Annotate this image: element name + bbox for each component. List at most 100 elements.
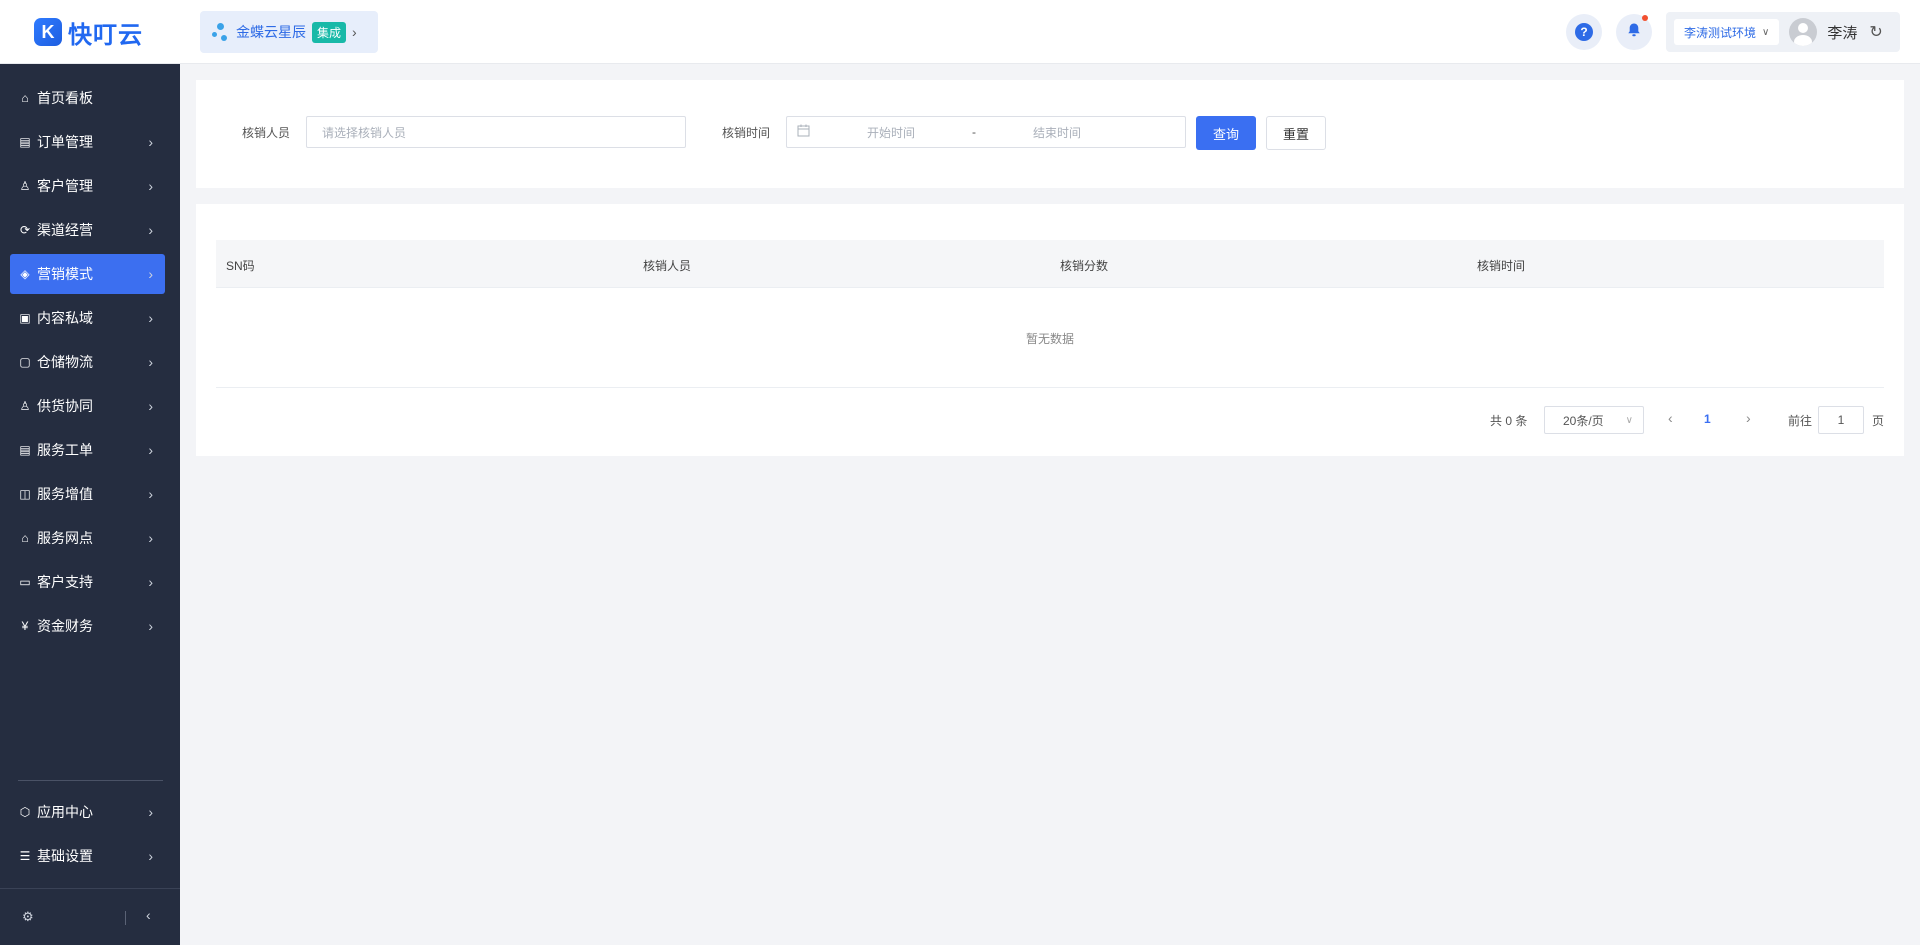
tag-icon: ◈ — [20, 267, 30, 281]
table-panel: SN码 核销人员 核销分数 核销时间 暂无数据 共 0 条 20条/页 ∨ ‹ … — [196, 204, 1904, 456]
sidebar-item-settings[interactable]: ☰ 基础设置 › — [10, 836, 165, 876]
top-header: K 快叮云 金蝶云星辰 集成 › ? 李涛测试环境 ∨ 李涛 ↻ — [0, 0, 1920, 64]
sidebar-item-label: 基础设置 — [37, 848, 93, 864]
goto-page-input[interactable]: 1 — [1818, 406, 1864, 434]
logo-mark-icon: K — [34, 18, 62, 46]
page-number-current[interactable]: 1 — [1704, 412, 1711, 426]
ticket-icon: ▤ — [19, 443, 31, 457]
chevron-right-icon: › — [148, 134, 153, 150]
sidebar-item-label: 客户管理 — [37, 178, 93, 194]
reset-button[interactable]: 重置 — [1266, 116, 1326, 150]
chevron-down-icon: ∨ — [1762, 26, 1770, 38]
sidebar-item-order[interactable]: ▤ 订单管理 › — [10, 122, 165, 162]
column-header-operator: 核销人员 — [643, 259, 692, 273]
sidebar-item-support[interactable]: ▭ 客户支持 › — [10, 562, 165, 602]
operator-select[interactable]: 请选择核销人员 — [306, 116, 686, 148]
sidebar-item-bag[interactable]: ◫ 服务增值 › — [10, 474, 165, 514]
channel-icon: ⟳ — [19, 223, 31, 237]
yuan-icon: ¥ — [21, 619, 29, 633]
supply-icon: ♙ — [19, 399, 31, 413]
sidebar-item-label: 服务增值 — [37, 486, 93, 502]
bag-icon: ◫ — [19, 487, 31, 501]
sidebar-item-label: 首页看板 — [37, 90, 93, 106]
sidebar-item-label: 客户支持 — [37, 574, 93, 590]
sidebar-item-label: 资金财务 — [37, 618, 93, 634]
store-icon: ⌂ — [21, 531, 29, 545]
start-time-input[interactable]: 开始时间 — [867, 124, 915, 141]
app-logo[interactable]: K 快叮云 — [34, 16, 143, 49]
help-button[interactable]: ? — [1566, 14, 1602, 50]
notifications-button[interactable] — [1616, 14, 1652, 50]
sidebar-footer-divider — [0, 888, 180, 889]
username[interactable]: 李涛 — [1827, 22, 1857, 43]
avatar[interactable] — [1789, 18, 1818, 46]
column-header-score: 核销分数 — [1060, 259, 1109, 273]
order-icon: ▤ — [19, 135, 31, 149]
chevron-right-icon: › — [148, 354, 153, 370]
box-icon: ▢ — [19, 355, 31, 369]
end-time-input[interactable]: 结束时间 — [1033, 124, 1081, 141]
sidebar-item-label: 订单管理 — [37, 134, 93, 150]
chevron-down-icon: ∨ — [1625, 414, 1633, 426]
integration-dots-icon — [212, 22, 230, 42]
home-icon: ⌂ — [21, 91, 29, 105]
table-header: SN码 核销人员 核销分数 核销时间 — [216, 240, 1884, 288]
page-size-value: 20条/页 — [1563, 413, 1604, 428]
time-label: 核销时间 — [722, 126, 771, 140]
sidebar-item-label: 营销模式 — [37, 266, 93, 282]
sidebar-item-store[interactable]: ⌂ 服务网点 › — [10, 518, 165, 558]
environment-select[interactable]: 李涛测试环境 ∨ — [1674, 19, 1780, 45]
sidebar-item-channel[interactable]: ⟳ 渠道经营 › — [10, 210, 165, 250]
help-icon: ? — [1575, 23, 1593, 41]
sidebar-item-box[interactable]: ▢ 仓储物流 › — [10, 342, 165, 382]
chevron-right-icon: › — [148, 442, 153, 458]
empty-state: 暂无数据 — [216, 288, 1884, 388]
query-button[interactable]: 查询 — [1196, 116, 1256, 150]
integration-tag: 集成 — [312, 21, 347, 43]
chevron-right-icon: › — [148, 486, 153, 502]
chevron-right-icon: › — [148, 266, 153, 282]
chevron-right-icon: › — [148, 804, 153, 820]
sidebar-item-home[interactable]: ⌂ 首页看板 — [10, 78, 165, 118]
sidebar-item-user[interactable]: ♙ 客户管理 › — [10, 166, 165, 206]
chevron-right-icon: › — [352, 24, 357, 40]
settings-icon: ☰ — [19, 849, 31, 863]
sidebar-item-yuan[interactable]: ¥ 资金财务 › — [10, 606, 165, 646]
page-size-select[interactable]: 20条/页 ∨ — [1544, 406, 1644, 434]
calendar-icon — [797, 124, 810, 140]
sidebar-item-cube[interactable]: ⬡ 应用中心 › — [10, 792, 165, 832]
logo-text: 快叮云 — [68, 21, 143, 49]
support-icon: ▭ — [19, 575, 31, 589]
sidebar-item-label: 供货协同 — [37, 398, 93, 414]
page-unit-label: 页 — [1872, 413, 1885, 428]
date-range-picker[interactable]: 开始时间 - 结束时间 — [786, 116, 1186, 148]
sidebar-divider — [18, 780, 163, 781]
range-separator: - — [972, 125, 976, 139]
theme-icon[interactable]: ⚙ — [22, 909, 34, 925]
integration-switcher[interactable]: 金蝶云星辰 集成 › — [200, 11, 378, 53]
user-icon: ♙ — [19, 179, 31, 193]
goto-label: 前往 — [1788, 413, 1813, 428]
sidebar-item-supply[interactable]: ♙ 供货协同 › — [10, 386, 165, 426]
chevron-right-icon: › — [148, 310, 153, 326]
sidebar-item-tag[interactable]: ◈ 营销模式 › — [10, 254, 165, 294]
notification-badge — [1642, 15, 1648, 21]
total-count: 共 0 条 — [1490, 413, 1528, 428]
chevron-right-icon: › — [148, 398, 153, 414]
sidebar-item-ticket[interactable]: ▤ 服务工单 › — [10, 430, 165, 470]
chevron-right-icon: › — [148, 222, 153, 238]
chevron-right-icon: › — [148, 574, 153, 590]
sidebar-item-label: 仓储物流 — [37, 354, 93, 370]
environment-label: 李涛测试环境 — [1684, 25, 1757, 40]
sidebar-item-image[interactable]: ▣ 内容私域 › — [10, 298, 165, 338]
prev-page-icon[interactable]: ‹ — [1668, 410, 1673, 426]
sidebar: ⚙ ‹ ⌂ 首页看板 ▤ 订单管理 › ♙ 客户管理 › ⟳ 渠道经营 › ◈ 营销模式 › ▣ 内容私域 › ▢… — [0, 64, 180, 945]
sidebar-item-label: 服务工单 — [37, 442, 93, 458]
collapse-sidebar-icon[interactable]: ‹ — [146, 907, 151, 923]
sidebar-item-label: 渠道经营 — [37, 222, 93, 238]
empty-text: 暂无数据 — [1025, 332, 1074, 346]
next-page-icon[interactable]: › — [1746, 410, 1751, 426]
refresh-icon[interactable]: ↻ — [1869, 22, 1882, 42]
image-icon: ▣ — [19, 311, 31, 325]
sidebar-item-label: 内容私域 — [37, 310, 93, 326]
